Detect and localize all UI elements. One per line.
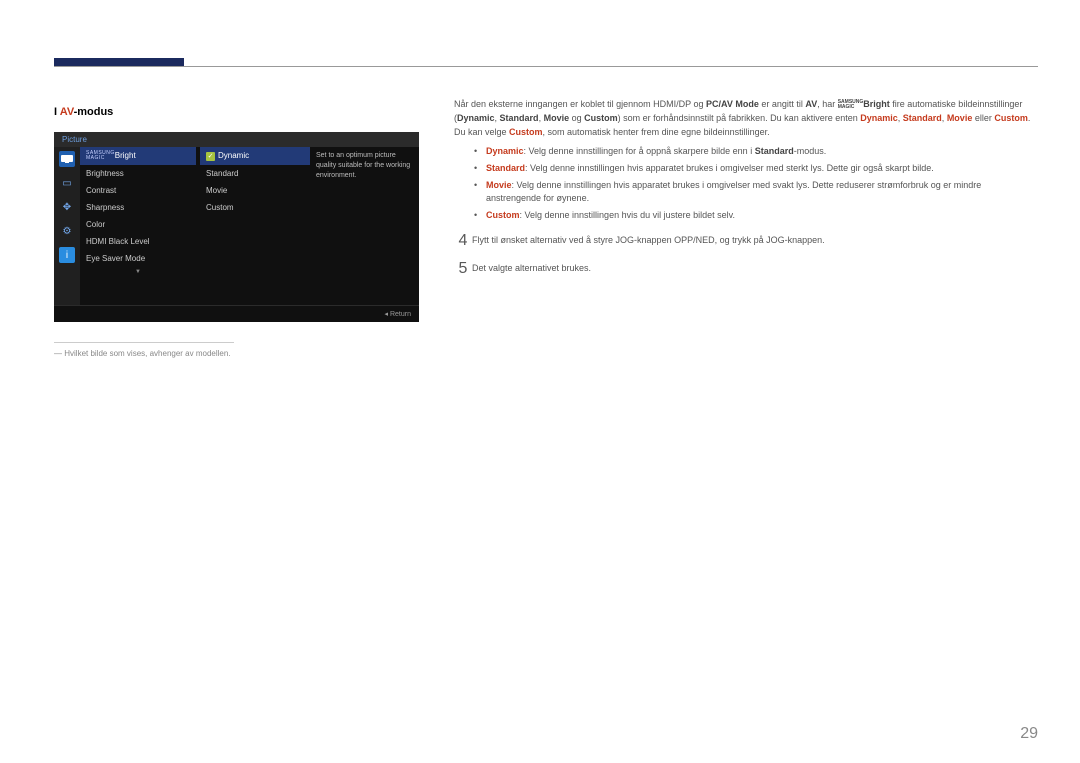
title-av: AV bbox=[60, 106, 74, 118]
position-icon: ✥ bbox=[59, 199, 75, 215]
setup-icon: ⚙ bbox=[59, 223, 75, 239]
osd-title: Picture bbox=[54, 132, 419, 147]
section-title: I AV-modus bbox=[54, 106, 424, 118]
intro-paragraph: Når den eksterne inngangen er koblet til… bbox=[454, 97, 1038, 139]
menu-hdmi-black-level[interactable]: HDMI Black Level bbox=[80, 233, 196, 250]
menu-sharpness[interactable]: Sharpness bbox=[80, 199, 196, 216]
picture-icon bbox=[59, 151, 75, 167]
menu-color[interactable]: Color bbox=[80, 216, 196, 233]
footnote-divider bbox=[54, 342, 234, 343]
step-4-number: 4 bbox=[454, 232, 472, 250]
osd-tip: Set to an optimum picture quality suitab… bbox=[310, 147, 419, 305]
header-divider bbox=[54, 66, 1038, 67]
option-item-movie: Movie: Velg denne innstillingen hvis app… bbox=[474, 179, 1038, 205]
step-5-text: Det valgte alternativet brukes. bbox=[472, 260, 591, 278]
osd-menu-options: ✓Dynamic Standard Movie Custom bbox=[200, 147, 310, 305]
step-4: 4 Flytt til ønsket alternativ ved å styr… bbox=[454, 232, 1038, 250]
footnote-text: ― Hvilket bilde som vises, avhenger av m… bbox=[54, 349, 424, 358]
scroll-down-icon[interactable]: ▼ bbox=[80, 267, 196, 277]
option-dynamic[interactable]: ✓Dynamic bbox=[200, 147, 310, 165]
header-accent-bar bbox=[54, 58, 184, 66]
osd-screenshot: Picture ▭ ✥ ⚙ i SAMSUNGMAGICBright Brigh… bbox=[54, 132, 419, 322]
bright-label: Bright bbox=[115, 151, 136, 160]
menu-contrast[interactable]: Contrast bbox=[80, 182, 196, 199]
option-custom[interactable]: Custom bbox=[200, 199, 310, 216]
options-list: Dynamic: Velg denne innstillingen for å … bbox=[454, 145, 1038, 222]
display-icon: ▭ bbox=[59, 175, 75, 191]
option-standard[interactable]: Standard bbox=[200, 165, 310, 182]
osd-menu-left: SAMSUNGMAGICBright Brightness Contrast S… bbox=[80, 147, 200, 305]
menu-brightness[interactable]: Brightness bbox=[80, 165, 196, 182]
title-suffix: -modus bbox=[74, 106, 114, 118]
menu-eye-saver[interactable]: Eye Saver Mode bbox=[80, 250, 196, 267]
option-item-standard: Standard: Velg denne innstillingen hvis … bbox=[474, 162, 1038, 175]
option-item-custom: Custom: Velg denne innstillingen hvis du… bbox=[474, 209, 1038, 222]
option-item-dynamic: Dynamic: Velg denne innstillingen for å … bbox=[474, 145, 1038, 158]
step-5-number: 5 bbox=[454, 260, 472, 278]
samsung-label: SAMSUNGMAGIC bbox=[86, 151, 115, 161]
page-number: 29 bbox=[1020, 725, 1038, 743]
option-movie[interactable]: Movie bbox=[200, 182, 310, 199]
info-icon: i bbox=[59, 247, 75, 263]
step-4-text: Flytt til ønsket alternativ ved å styre … bbox=[472, 232, 825, 250]
osd-icon-rail: ▭ ✥ ⚙ i bbox=[54, 147, 80, 305]
check-icon: ✓ bbox=[206, 152, 215, 161]
osd-return[interactable]: ◂ Return bbox=[54, 305, 419, 322]
step-5: 5 Det valgte alternativet brukes. bbox=[454, 260, 1038, 278]
menu-magic-bright[interactable]: SAMSUNGMAGICBright bbox=[80, 147, 196, 165]
